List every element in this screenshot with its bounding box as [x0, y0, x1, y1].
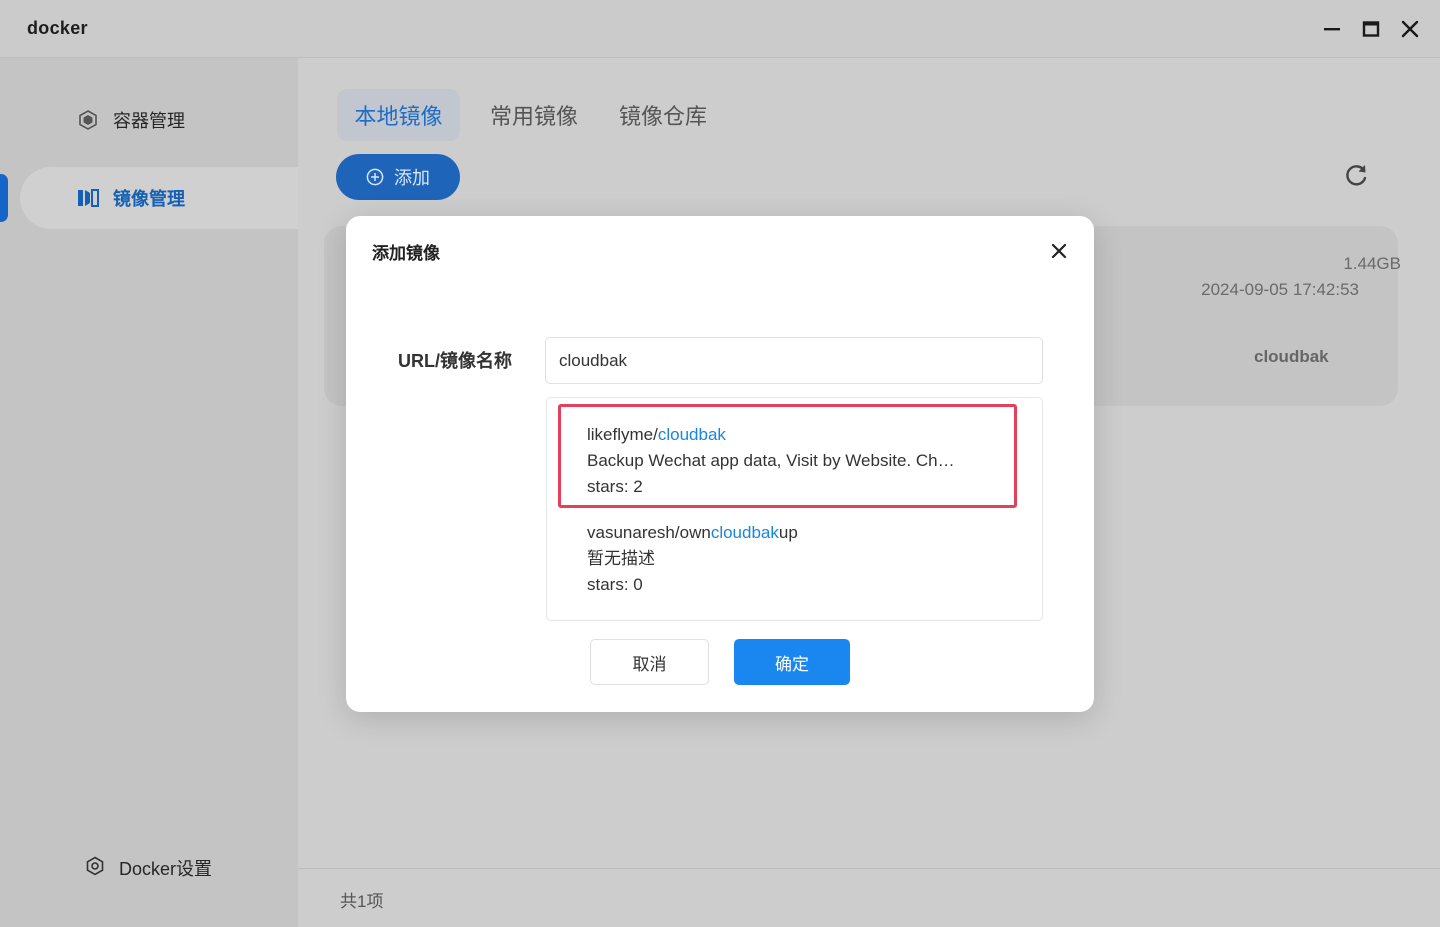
gear-icon — [85, 856, 105, 881]
refresh-icon — [1346, 165, 1367, 186]
container-icon — [77, 109, 99, 131]
window-close-button[interactable] — [1395, 14, 1425, 44]
confirm-button[interactable]: 确定 — [734, 639, 850, 685]
sidebar-item-label: 镜像管理 — [113, 189, 185, 209]
refresh-button[interactable] — [1342, 162, 1370, 190]
tab-common-images[interactable]: 常用镜像 — [476, 89, 592, 141]
url-field-label: URL/镜像名称 — [398, 351, 512, 371]
add-image-dialog: 添加镜像 URL/镜像名称 likeflyme/cloudbak Backup … — [346, 216, 1094, 712]
sidebar-item-images[interactable]: 镜像管理 — [20, 167, 298, 229]
minimize-icon — [1324, 28, 1340, 31]
sidebar: 容器管理 镜像管理 Docker设置 — [0, 58, 298, 927]
dialog-title: 添加镜像 — [372, 244, 440, 263]
maximize-icon — [1362, 21, 1380, 37]
tab-local-images[interactable]: 本地镜像 — [337, 89, 460, 141]
suggestion-name: vasunaresh/owncloudbakup — [587, 523, 798, 542]
sidebar-item-label: 容器管理 — [113, 111, 185, 131]
item-count: 共1项 — [340, 892, 384, 911]
active-indicator — [0, 174, 8, 222]
suggestion-name: likeflyme/cloudbak — [587, 425, 726, 444]
suggestion-item[interactable]: vasunaresh/owncloudbakup 暂无描述 stars: 0 — [587, 520, 1017, 598]
add-image-button[interactable]: 添加 — [336, 154, 460, 200]
sidebar-item-containers[interactable]: 容器管理 — [20, 89, 298, 151]
suggestion-stars: stars: 2 — [587, 477, 643, 496]
plus-circle-icon — [366, 168, 384, 186]
close-icon — [1051, 243, 1067, 259]
image-size: 1.44GB — [1343, 254, 1401, 273]
add-button-label: 添加 — [394, 168, 430, 188]
image-name-input[interactable] — [545, 337, 1043, 384]
sidebar-settings-label: Docker设置 — [119, 859, 213, 879]
title-bar: docker — [0, 0, 1440, 58]
cancel-button[interactable]: 取消 — [590, 639, 709, 685]
suggestion-description: Backup Wechat app data, Visit by Website… — [587, 451, 955, 470]
image-created-time: 2024-09-05 17:42:53 — [1201, 280, 1359, 299]
suggestion-stars: stars: 0 — [587, 575, 643, 594]
sidebar-item-docker-settings[interactable]: Docker设置 — [85, 855, 212, 881]
suggestion-dropdown: likeflyme/cloudbak Backup Wechat app dat… — [546, 397, 1043, 621]
tab-image-repository[interactable]: 镜像仓库 — [605, 89, 721, 141]
maximize-button[interactable] — [1356, 14, 1386, 44]
footer-divider — [298, 868, 1440, 869]
suggestion-description: 暂无描述 — [587, 549, 655, 568]
suggestion-item[interactable]: likeflyme/cloudbak Backup Wechat app dat… — [587, 422, 1017, 500]
image-icon — [77, 187, 99, 209]
close-icon — [1401, 20, 1419, 38]
minimize-button[interactable] — [1317, 14, 1347, 44]
image-name: cloudbak — [1254, 347, 1329, 366]
dialog-close-button[interactable] — [1046, 238, 1072, 264]
app-title: docker — [27, 18, 88, 38]
